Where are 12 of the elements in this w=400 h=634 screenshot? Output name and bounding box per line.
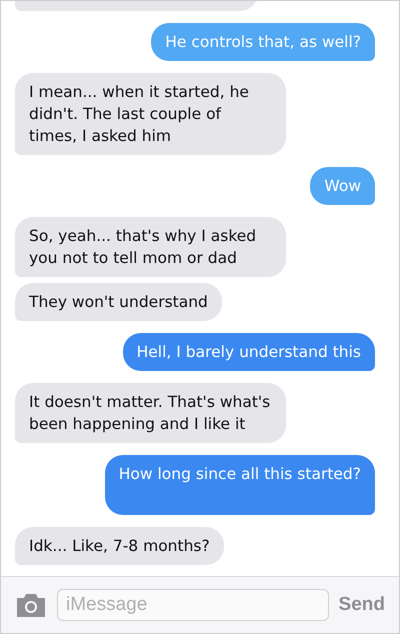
message-bubble: They won't understand: [15, 283, 222, 321]
message-bubble: It doesn't matter. That's what's been happening and I like it: [15, 383, 286, 443]
message-bubble: How long since all this started?: [104, 455, 375, 515]
camera-icon[interactable]: [15, 593, 47, 617]
message-bubble: Hell, I barely understand this: [122, 333, 375, 371]
message-bubble: He controls that, as well?: [151, 23, 375, 61]
message-bubble: Wow: [310, 167, 375, 205]
message-bubble: I mean... when it started, he didn't. The last couple of times, I asked him: [15, 73, 286, 155]
message-bubble: So, yeah... that's why I asked you not to tell mom or dad: [15, 217, 286, 277]
send-button[interactable]: Send: [338, 594, 385, 616]
message-field[interactable]: iMessage: [57, 589, 329, 621]
message-bubble: Idk... Like, 7-8 months?: [15, 527, 224, 565]
